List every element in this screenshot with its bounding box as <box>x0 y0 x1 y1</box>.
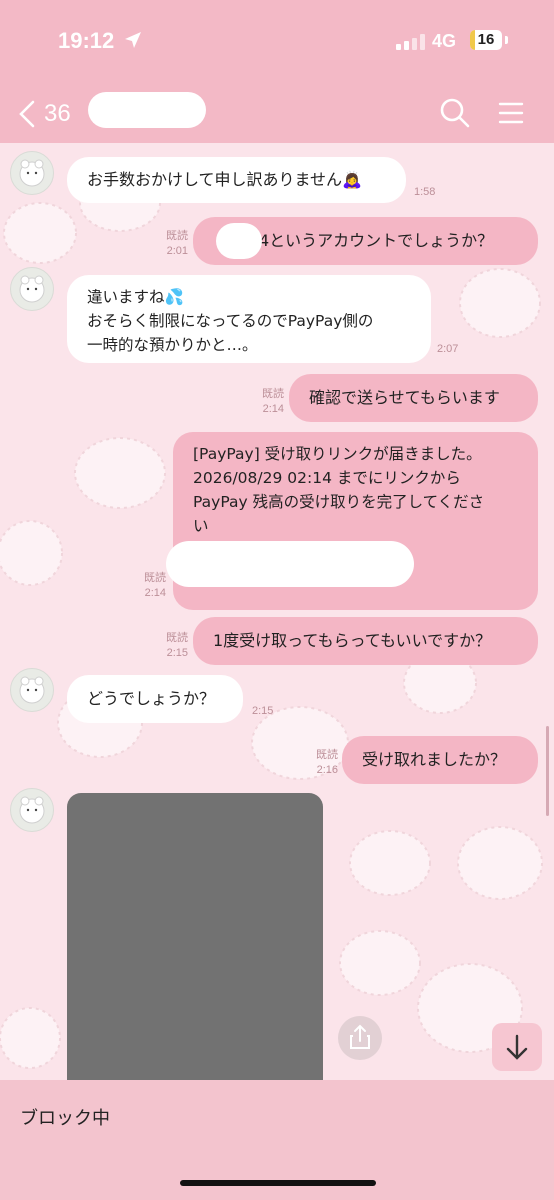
message-line: PayPay 残高の受け取りを完了してくださ <box>193 493 485 511</box>
battery-nub <box>505 36 508 44</box>
bear-avatar-icon <box>19 676 45 704</box>
arrow-down-icon <box>506 1034 528 1060</box>
time-label: 2:14 <box>144 587 166 599</box>
message-bubble[interactable]: 確認で送らせてもらいます <box>289 374 538 422</box>
message-line: 違いますね💦 <box>87 288 184 306</box>
contact-avatar[interactable] <box>10 151 54 195</box>
contact-avatar[interactable] <box>10 668 54 712</box>
chat-area[interactable]: お手数おかけして申し訳ありません🙇‍♀️ 1:58 既読 2:01 4というアカ… <box>0 143 554 1080</box>
read-status: 既読 2:15 <box>156 631 188 661</box>
blocked-label: ブロック中 <box>20 1108 110 1129</box>
time-label: 1:58 <box>414 186 436 198</box>
scrollbar[interactable] <box>546 726 549 816</box>
read-status: 既読 2:16 <box>306 748 338 778</box>
read-status: 既読 2:14 <box>252 387 284 417</box>
message-line: 一時的な預かりかと…。 <box>87 336 258 354</box>
time-label: 2:15 <box>166 647 188 659</box>
redacted-link <box>166 541 414 587</box>
time-label: 2:01 <box>166 245 188 257</box>
search-icon[interactable] <box>440 98 470 128</box>
unread-count: 36 <box>44 100 71 127</box>
redacted-area <box>216 223 262 259</box>
message-bubble[interactable]: どうでしょうか？ <box>67 675 243 723</box>
message-line: おそらく制限になってるのでPayPay側の <box>87 312 374 330</box>
time-label: 2:07 <box>437 343 459 355</box>
contact-avatar[interactable] <box>10 788 54 832</box>
message-time: 1:58 <box>414 185 435 200</box>
message-time: 2:15 <box>252 704 273 719</box>
status-bar: 19:12 4G 16 <box>0 22 554 62</box>
message-text: 確認で送らせてもらいます <box>309 388 500 407</box>
time-label: 2:15 <box>252 705 274 717</box>
share-icon <box>350 1024 370 1049</box>
read-status: 既読 2:01 <box>156 229 188 259</box>
message-text: 4というアカウントでしょうか？ <box>259 231 494 250</box>
bear-avatar-icon <box>19 159 45 187</box>
message-line: 2026/08/29 02:14 までにリンクから <box>193 469 461 487</box>
message-text: お手数おかけして申し訳ありません🙇‍♀️ <box>87 170 362 189</box>
read-label: 既読 <box>144 572 166 584</box>
read-label: 既読 <box>166 230 188 242</box>
scroll-to-bottom-button[interactable] <box>492 1023 542 1071</box>
back-button[interactable]: 36 <box>18 100 88 130</box>
contact-name-redacted <box>88 92 206 128</box>
message-text: 受け取れましたか？ <box>362 750 507 769</box>
message-bubble[interactable]: お手数おかけして申し訳ありません🙇‍♀️ <box>67 157 406 203</box>
menu-icon[interactable] <box>498 102 524 124</box>
bear-avatar-icon <box>19 275 45 303</box>
message-time: 2:07 <box>437 342 458 357</box>
time-label: 2:14 <box>262 403 284 415</box>
read-label: 既読 <box>262 388 284 400</box>
message-bubble[interactable]: 受け取れましたか？ <box>342 736 538 784</box>
message-text: 1度受け取ってもらってもいいですか？ <box>213 631 492 650</box>
chat-header: 19:12 4G 16 36 <box>0 0 554 143</box>
signal-icon <box>396 34 425 50</box>
read-status: 既読 2:14 <box>134 571 166 601</box>
read-label: 既読 <box>166 632 188 644</box>
chevron-left-icon <box>19 100 35 128</box>
battery-level: 16 <box>477 31 495 48</box>
message-text: どうでしょうか？ <box>87 689 216 708</box>
blocked-footer: ブロック中 <box>0 1080 554 1200</box>
location-arrow-icon <box>125 32 141 48</box>
home-indicator[interactable] <box>180 1180 376 1186</box>
status-time: 19:12 <box>58 28 115 53</box>
read-label: 既読 <box>316 749 338 761</box>
message-line: い <box>193 517 209 535</box>
message-bubble[interactable]: 1度受け取ってもらってもいいですか？ <box>193 617 538 665</box>
network-type: 4G <box>432 31 457 51</box>
share-button[interactable] <box>338 1016 382 1060</box>
message-bubble[interactable]: 違いますね💦 おそらく制限になってるのでPayPay側の 一時的な預かりかと…。 <box>67 275 431 363</box>
message-line: [PayPay] 受け取りリンクが届きました。 <box>193 445 482 463</box>
contact-avatar[interactable] <box>10 267 54 311</box>
image-message[interactable] <box>67 793 323 1080</box>
bear-avatar-icon <box>19 796 45 824</box>
battery-icon: 16 <box>470 30 502 50</box>
time-label: 2:16 <box>316 764 338 776</box>
